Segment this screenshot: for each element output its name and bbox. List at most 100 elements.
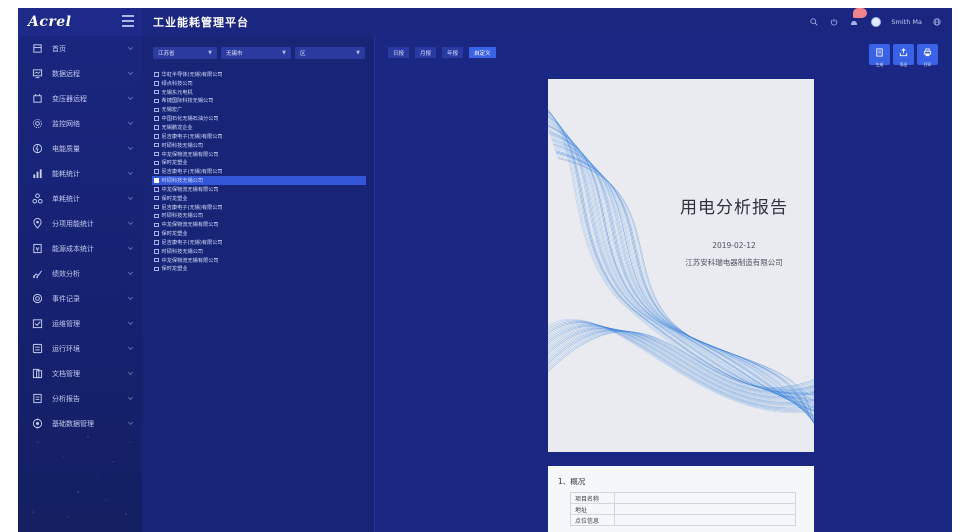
checkbox[interactable] <box>154 204 159 210</box>
row-value <box>614 514 796 526</box>
sidebar-item[interactable]: 电能质量 <box>18 136 142 161</box>
export-button[interactable]: 导出 <box>893 44 914 67</box>
tree-item-label: 保时龙塑业 <box>161 195 188 202</box>
checkbox[interactable] <box>154 134 159 139</box>
checkbox[interactable] <box>154 266 159 272</box>
checkbox[interactable] <box>154 178 159 183</box>
logo: Acrel <box>28 14 72 30</box>
checkbox[interactable] <box>154 116 159 121</box>
district-select[interactable]: 区 ▼ <box>295 47 365 59</box>
globe-icon[interactable] <box>932 17 942 27</box>
checkbox[interactable] <box>154 169 159 174</box>
checkbox[interactable] <box>154 98 159 104</box>
checkbox[interactable] <box>154 151 159 157</box>
tree-item-label: 时硕科技无锡公司 <box>161 142 204 149</box>
checkbox[interactable] <box>154 213 159 219</box>
tree-item[interactable]: 华虹半导体(无锡)有限公司 <box>154 70 374 79</box>
search-icon[interactable] <box>809 17 819 27</box>
tree-item[interactable]: 无锡鹏龙企业 <box>154 123 374 132</box>
tree-item[interactable]: 时硕科技无锡公司 <box>152 176 366 185</box>
tree-item[interactable]: 尼吉康电子(无锡)有限公司 <box>154 203 374 212</box>
tree-item[interactable]: 尼吉康电子(无锡)有限公司 <box>154 238 374 247</box>
sidebar-item[interactable]: 分项用能统计 <box>18 211 142 236</box>
sidebar-item[interactable]: 分析报告 <box>18 386 142 411</box>
tree-item[interactable]: 无锡宏广 <box>154 105 374 114</box>
report-tab[interactable]: 年报 <box>442 47 464 58</box>
province-select[interactable]: 江苏省 ▼ <box>153 47 217 59</box>
tree-item[interactable]: 保时龙塑业 <box>154 265 374 274</box>
tree-item[interactable]: 中龙保物流无锡有限公司 <box>154 220 374 229</box>
sidebar-item-label: 绩效分析 <box>52 269 80 278</box>
tree-item[interactable]: 尼吉康电子(无锡)有限公司 <box>154 132 374 141</box>
checkbox[interactable] <box>154 249 159 254</box>
tree-item[interactable]: 保时龙塑业 <box>154 229 374 238</box>
sidebar-item[interactable]: 运行环境 <box>18 336 142 361</box>
tree-item[interactable]: 保时龙塑业 <box>154 194 374 203</box>
report-tab[interactable]: 自定义 <box>469 47 496 58</box>
tree-item[interactable]: 时硕科技无锡公司 <box>154 212 374 221</box>
power-icon[interactable] <box>829 17 839 27</box>
sidebar-item[interactable]: 文档管理 <box>18 361 142 386</box>
checkbox[interactable] <box>154 160 159 166</box>
checkbox[interactable] <box>154 81 159 86</box>
sidebar-item[interactable]: 单耗统计 <box>18 186 142 211</box>
tree-item[interactable]: 中国石化无锡石油分公司 <box>154 114 374 123</box>
tree-item[interactable]: 中龙保物流无锡有限公司 <box>154 185 374 194</box>
tree-item[interactable]: 绿点科技公司 <box>154 79 374 88</box>
tree-item[interactable]: 无锡东元电机 <box>154 88 374 97</box>
checkbox[interactable] <box>154 142 159 148</box>
nodes-icon <box>31 193 43 205</box>
chevron-down-icon <box>128 196 133 200</box>
tree-item[interactable]: 中龙保物流无锡有限公司 <box>154 150 374 159</box>
report-page-2: 1、概况 项目名称 地址 点位信息 <box>548 466 814 532</box>
user-name[interactable]: Smith Ma <box>891 18 922 26</box>
checkbox[interactable] <box>154 89 159 95</box>
sidebar-item[interactable]: 能耗统计 <box>18 161 142 186</box>
sidebar-item[interactable]: 首页 <box>18 36 142 61</box>
tree-item-label: 中龙保物流无锡有限公司 <box>161 186 219 193</box>
logo-area: Acrel <box>18 8 142 36</box>
checkbox[interactable] <box>154 231 159 236</box>
city-select[interactable]: 无锡市 ▼ <box>221 47 291 59</box>
tree-item-label: 中龙保物流无锡有限公司 <box>161 257 219 264</box>
location-icon <box>31 218 43 230</box>
tree-item-label: 华虹半导体(无锡)有限公司 <box>161 71 223 78</box>
action-label: 打印 <box>923 61 932 67</box>
sidebar-item[interactable]: ¥ 能源成本统计 <box>18 236 142 261</box>
menu-toggle-icon[interactable] <box>122 15 134 27</box>
tree-item[interactable]: 时硕科技无锡公司 <box>154 141 374 150</box>
generate-button[interactable]: 生成 <box>869 44 890 67</box>
print-button[interactable]: 打印 <box>917 44 938 67</box>
sidebar-item[interactable]: 绩效分析 <box>18 261 142 286</box>
tree-item[interactable]: 保时龙塑业 <box>154 158 374 167</box>
checkbox[interactable] <box>154 187 159 192</box>
sidebar-decoration <box>32 436 131 518</box>
tree-item[interactable]: 时硕科技无锡公司 <box>154 247 374 256</box>
sidebar-item-label: 能源成本统计 <box>52 244 94 253</box>
checkbox[interactable] <box>154 257 159 263</box>
report-main: 日报 月报 年报 自定义 生成 导出 打印 用电分析报告 2019-02-12 江苏安科瑞… <box>374 36 952 532</box>
checkbox[interactable] <box>154 72 159 77</box>
checkbox[interactable] <box>154 107 159 113</box>
event-icon <box>31 293 43 305</box>
sidebar-item[interactable]: 运维管理 <box>18 311 142 336</box>
tree-item[interactable]: 尼吉康电子(无锡)有限公司 <box>154 167 374 176</box>
checkbox[interactable] <box>154 240 159 245</box>
sidebar-item[interactable]: 监控网络 <box>18 111 142 136</box>
chevron-down-icon <box>128 221 133 225</box>
bell-icon[interactable] <box>849 8 868 28</box>
avatar[interactable] <box>871 17 882 27</box>
chevron-down-icon <box>128 246 133 250</box>
overview-table: 项目名称 地址 点位信息 <box>570 492 796 526</box>
checkbox[interactable] <box>154 195 159 201</box>
tree-item[interactable]: 中龙保物流无锡有限公司 <box>154 256 374 265</box>
report-tab[interactable]: 月报 <box>415 47 437 58</box>
sidebar-item[interactable]: 数据远程 <box>18 61 142 86</box>
checkbox[interactable] <box>154 222 159 228</box>
report-tab[interactable]: 日报 <box>388 47 410 58</box>
sidebar-item[interactable]: 事件记录 <box>18 286 142 311</box>
tree-item[interactable]: 希捷国际科技无锡公司 <box>154 97 374 106</box>
checkbox[interactable] <box>154 125 159 130</box>
sidebar-item[interactable]: 变压器远程 <box>18 86 142 111</box>
divider <box>374 36 375 532</box>
